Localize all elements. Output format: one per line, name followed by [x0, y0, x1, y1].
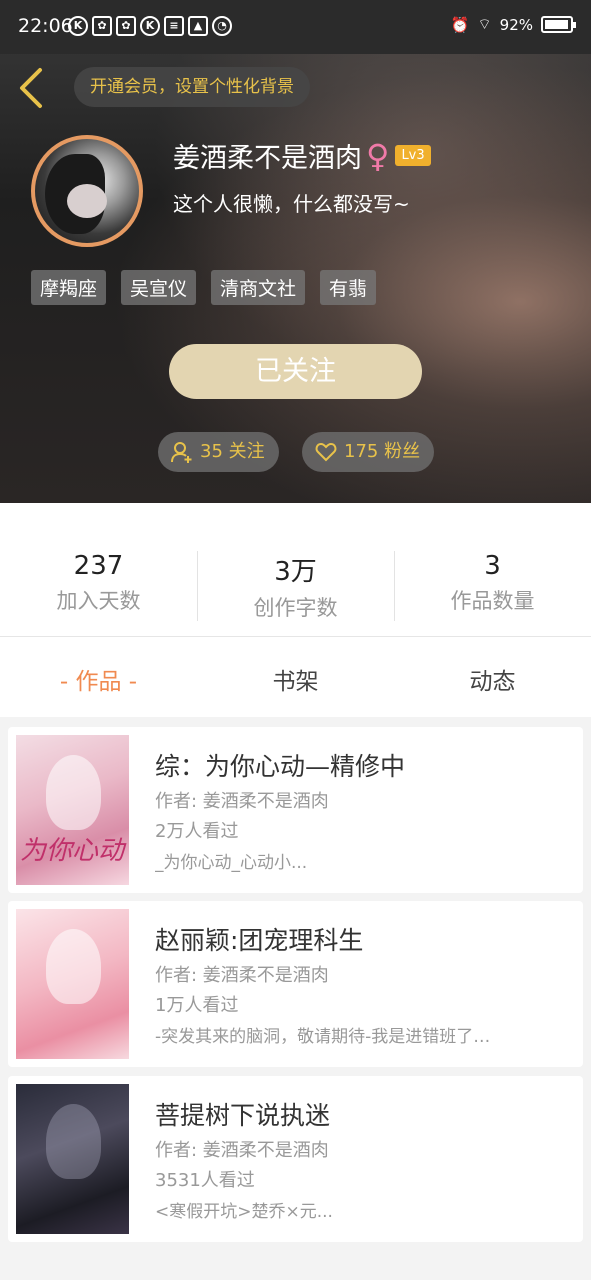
fans-button[interactable]: 175 粉丝: [302, 432, 435, 472]
stat-value: 237: [73, 551, 124, 581]
notification-icons: K ✿ ✿ K ≡ ▲ ◔: [68, 16, 232, 36]
stat-work-count: 3 作品数量: [394, 551, 591, 615]
book-cover: [16, 1084, 129, 1234]
heart-icon: [315, 442, 337, 462]
alarm-icon: ⏰: [450, 15, 470, 34]
level-badge: Lv3: [395, 145, 431, 166]
battery-icon: [541, 16, 576, 33]
work-views: 2万人看过: [155, 821, 239, 842]
paw-icon-2: ✿: [116, 16, 136, 36]
username-row: 姜酒柔不是酒肉 ♀ Lv3: [173, 136, 431, 175]
image-icon: ▲: [188, 16, 208, 36]
works-list: 为你心动 综：为你心动—精修中 作者: 姜酒柔不是酒肉 2万人看过 _为你心动_…: [0, 717, 591, 1280]
work-author: 作者: 姜酒柔不是酒肉: [155, 965, 329, 986]
work-description: _为你心动_心动小...: [155, 853, 308, 873]
cover-figure: [46, 929, 101, 1004]
stat-value: 3: [484, 551, 501, 581]
user-bio: 这个人很懒，什么都没写~: [173, 192, 410, 216]
username: 姜酒柔不是酒肉: [173, 143, 362, 174]
stat-word-count: 3万 创作字数: [197, 551, 394, 622]
work-title: 综：为你心动—精修中: [155, 752, 406, 781]
work-views: 3531人看过: [155, 1170, 255, 1191]
tag-item[interactable]: 清商文社: [211, 270, 306, 305]
fans-count: 175 粉丝: [344, 441, 421, 462]
battery-percent: 92%: [499, 15, 533, 34]
user-add-icon: [171, 442, 192, 463]
work-card[interactable]: 菩提树下说执迷 作者: 姜酒柔不是酒肉 3531人看过 <寒假开坑>楚乔×元..…: [8, 1076, 583, 1242]
stat-label: 加入天数: [56, 589, 141, 613]
tag-list: 摩羯座 吴宣仪 清商文社 有翡: [31, 270, 377, 305]
avatar-face: [67, 184, 107, 218]
tag-item[interactable]: 有翡: [320, 270, 377, 305]
chevron-left-icon: [20, 68, 42, 108]
follow-button[interactable]: 已关注: [169, 344, 422, 399]
work-card[interactable]: 为你心动 综：为你心动—精修中 作者: 姜酒柔不是酒肉 2万人看过 _为你心动_…: [8, 727, 583, 893]
cover-title: 为你心动: [20, 836, 125, 866]
back-button[interactable]: [16, 66, 46, 110]
following-count: 35 关注: [200, 441, 265, 462]
book-cover: 为你心动: [16, 735, 129, 885]
tag-item[interactable]: 吴宣仪: [121, 270, 197, 305]
tab-bar: - 作品 - 书架 动态: [0, 637, 591, 717]
cover-figure: [46, 755, 101, 830]
cover-figure: [46, 1104, 101, 1179]
stat-value: 3万: [274, 557, 317, 587]
stat-label: 创作字数: [253, 596, 338, 620]
app-k-icon: K: [68, 16, 88, 36]
tab-activity[interactable]: 动态: [394, 662, 591, 696]
work-description: -突发其来的脑洞，敬请期待-我是进错班了…: [155, 1027, 491, 1047]
profile-header: 22:06 K ✿ ✿ K ≡ ▲ ◔ ⏰ ⌔ 92% 开通会员，设置个性化背景…: [0, 0, 591, 503]
stat-label: 作品数量: [450, 589, 535, 613]
female-icon: ♀: [366, 136, 390, 175]
status-time: 22:06: [18, 15, 73, 37]
following-button[interactable]: 35 关注: [158, 432, 279, 472]
status-right: ⏰ ⌔ 92%: [450, 15, 576, 34]
work-title: 赵丽颖:团宠理科生: [155, 926, 364, 955]
wifi-icon: ⌔: [477, 15, 492, 33]
vip-background-banner[interactable]: 开通会员，设置个性化背景: [74, 67, 310, 107]
status-bar: 22:06 K ✿ ✿ K ≡ ▲ ◔ ⏰ ⌔ 92%: [0, 0, 591, 54]
work-card[interactable]: 赵丽颖:团宠理科生 作者: 姜酒柔不是酒肉 1万人看过 -突发其来的脑洞，敬请期…: [8, 901, 583, 1067]
stats-section: 237 加入天数 3万 创作字数 3 作品数量: [0, 503, 591, 637]
work-description: <寒假开坑>楚乔×元...: [155, 1202, 333, 1222]
app-k-icon-2: K: [140, 16, 160, 36]
avatar[interactable]: [31, 135, 143, 247]
book-cover: [16, 909, 129, 1059]
document-icon: ≡: [164, 16, 184, 36]
stat-join-days: 237 加入天数: [0, 551, 197, 615]
work-author: 作者: 姜酒柔不是酒肉: [155, 791, 329, 812]
tab-works[interactable]: - 作品 -: [0, 662, 197, 696]
tab-bookshelf[interactable]: 书架: [197, 662, 394, 696]
tag-item[interactable]: 摩羯座: [31, 270, 107, 305]
work-title: 菩提树下说执迷: [155, 1101, 331, 1130]
speed-icon: ◔: [212, 16, 232, 36]
paw-icon: ✿: [92, 16, 112, 36]
work-views: 1万人看过: [155, 995, 239, 1016]
work-author: 作者: 姜酒柔不是酒肉: [155, 1140, 329, 1161]
